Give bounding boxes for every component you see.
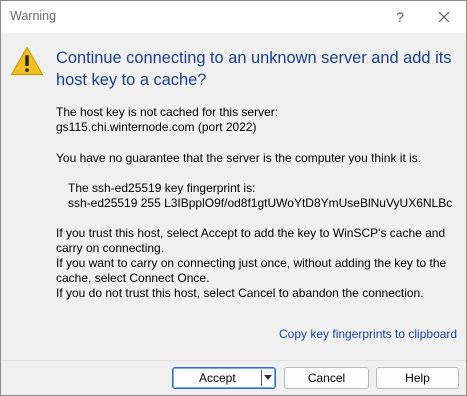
window-title: Warning — [10, 9, 57, 23]
warning-icon — [10, 46, 44, 76]
message-server: gs115.chi.winternode.com (port 2022) — [56, 120, 257, 134]
dropdown-arrow-icon[interactable] — [264, 375, 272, 380]
message-trust-accept-cont: carry on connecting. — [56, 241, 165, 255]
accept-split-divider — [261, 370, 262, 386]
accept-button[interactable]: Accept — [172, 367, 276, 389]
help-title-button[interactable]: ? — [378, 1, 422, 33]
message-cancel: If you do not trust this host, select Ca… — [56, 286, 424, 300]
message-not-cached: The host key is not cached for this serv… — [56, 105, 279, 119]
help-button[interactable]: Help — [376, 367, 459, 389]
message-connect-once-cont: cache, select Connect Once. — [56, 271, 210, 285]
close-button[interactable] — [422, 1, 466, 33]
fingerprint-label: The ssh-ed25519 key fingerprint is: — [68, 181, 256, 195]
copy-fingerprints-link[interactable]: Copy key fingerprints to clipboard — [279, 327, 457, 341]
help-glyph: ? — [396, 9, 404, 25]
close-icon — [439, 12, 449, 22]
message-connect-once: If you want to carry on connecting just … — [56, 256, 447, 270]
title-bar: Warning ? — [1, 1, 466, 33]
message-no-guarantee: You have no guarantee that the server is… — [56, 151, 422, 165]
warning-dialog: Warning ? Continue connecting to an unkn… — [0, 0, 467, 396]
accept-label: Accept — [199, 371, 236, 385]
heading-line-2: host key to a cache? — [56, 71, 207, 89]
message-trust-accept: If you trust this host, select Accept to… — [56, 226, 446, 240]
cancel-button[interactable]: Cancel — [284, 367, 369, 389]
heading-line-1: Continue connecting to an unknown server… — [56, 49, 452, 67]
fingerprint-value: ssh-ed25519 255 L3IBpplO9f/od8f1gtUWoYtD… — [68, 196, 453, 210]
dialog-heading: Continue connecting to an unknown server… — [56, 47, 456, 91]
footer-divider — [1, 360, 466, 361]
